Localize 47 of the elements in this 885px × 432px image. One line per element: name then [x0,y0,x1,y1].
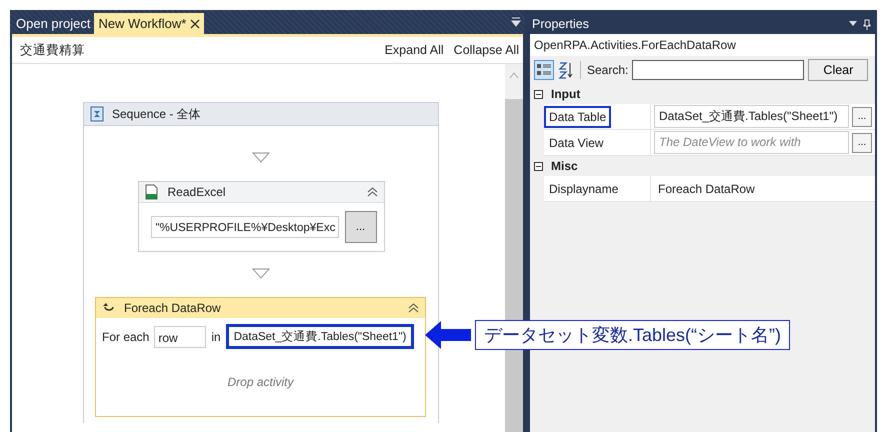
scrollbar[interactable] [505,64,523,432]
document-tab[interactable]: New Workflow* [94,13,204,34]
property-name: Displayname [548,180,620,198]
file-path-field[interactable]: "%USERPROFILE%¥Desktop¥Exc [150,216,338,238]
document-tab[interactable]: Open project [12,13,94,34]
field-label: in [211,330,221,344]
activity-title: ReadExcel [168,185,226,199]
sort-az-icon[interactable] [558,61,574,79]
type-name: OpenRPA.Activities.ForEachDataRow [530,34,875,56]
clear-button[interactable]: Clear [808,59,868,81]
search-field[interactable] [632,60,804,80]
dropdown-icon[interactable] [849,21,857,27]
collapse-icon[interactable] [366,187,378,197]
toolbar-link[interactable]: Expand All [384,43,444,57]
close-icon[interactable] [190,18,200,28]
activity-title: Foreach DataRow [124,301,221,315]
workflow-title: 交通費精算 [20,42,85,58]
category-label: Input [551,87,580,101]
property-name: Data Table [544,106,612,128]
edit-button[interactable]: ... [852,106,872,126]
sequence-title: Sequence - 全体 [112,106,201,122]
property-value-field[interactable]: The DateView to work with [654,131,849,154]
property-name: Data View [548,134,604,152]
browse-button[interactable]: ... [344,211,376,243]
toolbar-link[interactable]: Collapse All [454,43,519,57]
drop-hint: Drop activity [226,375,295,389]
property-value-field[interactable]: DataSet_交通費.Tables("Sheet1") [654,105,849,128]
pin-icon[interactable] [863,18,871,30]
collapse-icon[interactable] [408,303,419,313]
toggle-icon[interactable] [534,162,543,170]
field-label: For each [102,330,150,344]
toggle-icon[interactable] [534,90,543,98]
panel-title: Properties [532,17,589,31]
source-field[interactable]: DataSet_交通費.Tables("Sheet1") [226,324,414,349]
search-label: Search: [587,63,628,77]
annotation-label: データセット変数.Tables(“シート名”) [475,320,790,350]
edit-button[interactable]: ... [852,132,872,152]
excel-file-icon [144,184,158,200]
sequence-icon [90,106,104,122]
category-label: Misc [551,159,578,173]
drop-arrow-icon [252,152,270,163]
drop-arrow-icon [252,268,270,279]
property-value: Foreach DataRow [657,182,755,196]
pointer-arrow [425,320,471,350]
variable-field[interactable]: row [154,326,206,348]
dropdown-icon[interactable] [511,17,521,27]
categorized-icon[interactable] [534,60,554,80]
